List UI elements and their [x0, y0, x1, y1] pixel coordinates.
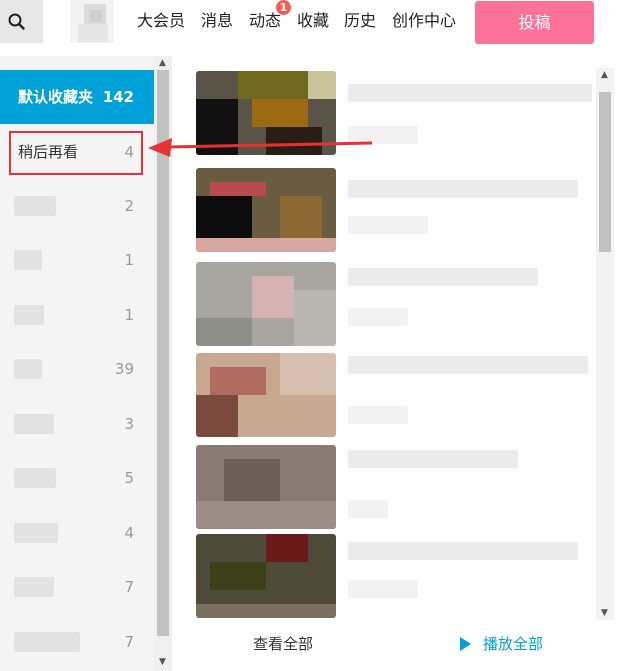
- red-annotation-arrow: [148, 138, 373, 157]
